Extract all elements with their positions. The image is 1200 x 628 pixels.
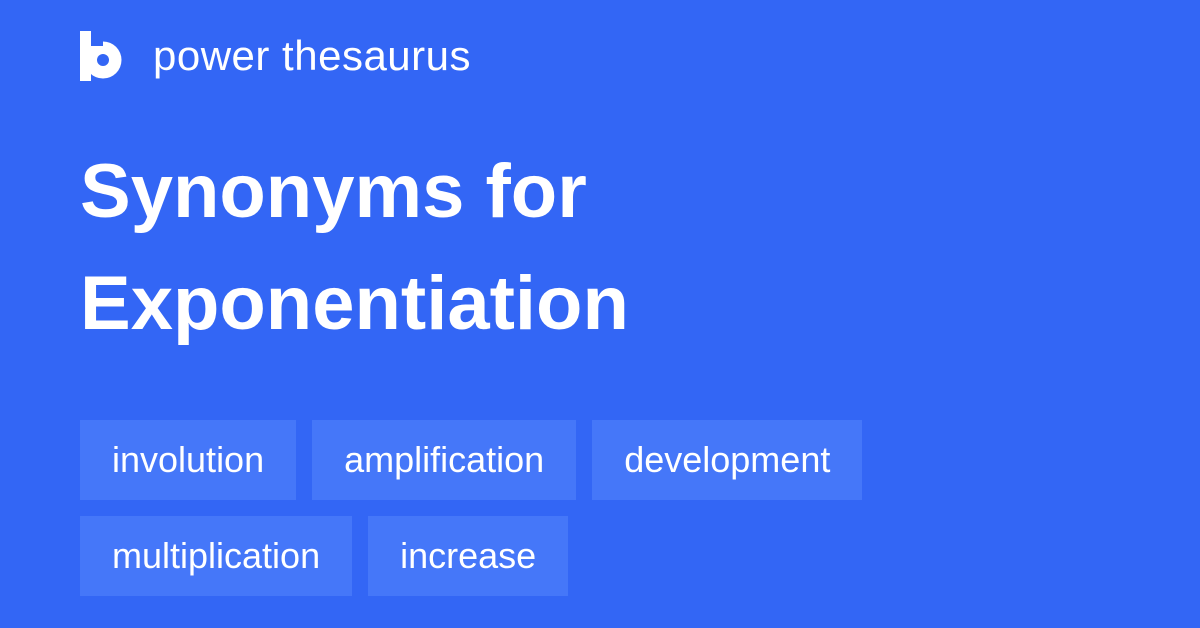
page-title-line-1: Synonyms for xyxy=(80,149,587,234)
brand-name: power thesaurus xyxy=(153,32,472,79)
synonym-chip[interactable]: multiplication xyxy=(80,516,353,596)
page-title: Synonyms for Exponentiation xyxy=(80,136,629,360)
brand[interactable]: power thesaurus xyxy=(80,30,471,82)
synonym-chip[interactable]: amplification xyxy=(312,420,577,500)
page-title-line-2: Exponentiation xyxy=(80,261,629,346)
synonym-chip[interactable]: development xyxy=(592,420,863,500)
synonym-chip[interactable]: involution xyxy=(80,420,297,500)
power-thesaurus-logo-icon xyxy=(80,31,122,81)
synonym-chip[interactable]: increase xyxy=(368,516,569,596)
synonym-list: involution amplification development mul… xyxy=(80,420,1120,596)
